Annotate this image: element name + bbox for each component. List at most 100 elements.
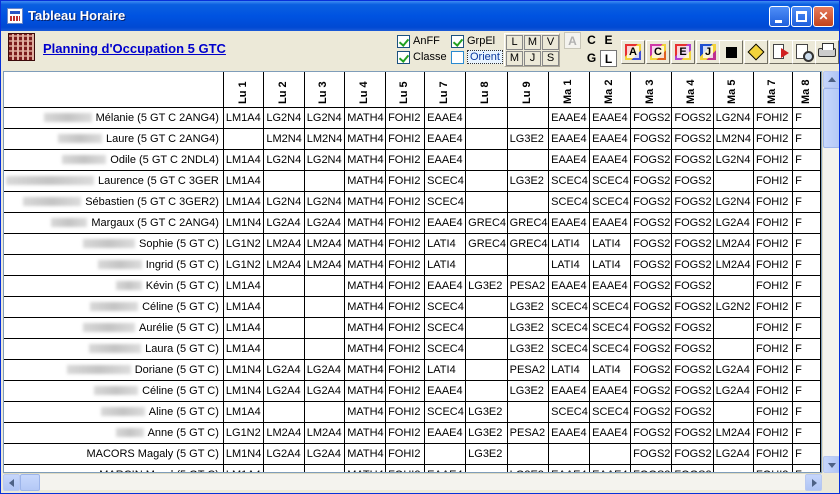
title-bar[interactable]: Tableau Horaire ✕ — [1, 1, 839, 31]
schedule-cell[interactable] — [263, 338, 305, 360]
schedule-cell[interactable]: F — [792, 338, 821, 360]
schedule-cell[interactable]: FOHI2 — [753, 401, 794, 423]
schedule-cell[interactable]: FOGS2 — [671, 212, 714, 234]
schedule-cell[interactable]: LATI4 — [548, 254, 591, 276]
schedule-cell[interactable]: SCEC4 — [548, 191, 591, 213]
student-name-cell[interactable]: Ingrid (5 GT C) — [4, 254, 224, 276]
table-row[interactable]: Odile (5 GT C 2NDL4) LM1A4 LG2N4 LG2N4 MATH4… — [4, 149, 821, 171]
schedule-cell[interactable]: FOHI2 — [753, 233, 794, 255]
student-name-cell[interactable]: Aline (5 GT C) — [4, 401, 224, 423]
schedule-cell[interactable]: F — [792, 296, 821, 318]
student-name-cell[interactable]: Céline (5 GT C) — [4, 296, 224, 318]
schedule-cell[interactable]: LG2N4 — [263, 107, 305, 129]
schedule-cell[interactable]: GREC4 — [465, 233, 508, 255]
schedule-cell[interactable]: LM1A4 — [223, 464, 265, 472]
schedule-cell[interactable] — [223, 128, 265, 150]
schedule-cell[interactable]: F — [792, 464, 821, 472]
schedule-cell[interactable]: FOGS2 — [671, 296, 714, 318]
maximize-button[interactable] — [791, 6, 812, 27]
schedule-cell[interactable]: SCEC4 — [589, 317, 632, 339]
table-row[interactable]: Sébastien (5 GT C 3GER2) LM1A4 LG2N4 LG2N4 M… — [4, 191, 821, 213]
schedule-cell[interactable]: FOHI2 — [385, 233, 426, 255]
schedule-cell[interactable]: EAAE4 — [589, 380, 632, 402]
schedule-cell[interactable] — [589, 443, 632, 465]
schedule-cell[interactable] — [713, 338, 755, 360]
schedule-cell[interactable]: LG3E2 — [507, 338, 550, 360]
schedule-cell[interactable]: FOHI2 — [385, 212, 426, 234]
schedule-cell[interactable]: FOHI2 — [753, 359, 794, 381]
schedule-cell[interactable]: FOHI2 — [753, 464, 794, 472]
student-name-cell[interactable]: Laure (5 GT C 2ANG4) — [4, 128, 224, 150]
schedule-cell[interactable] — [507, 254, 550, 276]
schedule-cell[interactable]: LM2A4 — [304, 254, 346, 276]
schedule-cell[interactable]: LG2N4 — [304, 191, 346, 213]
schedule-cell[interactable]: FOHI2 — [753, 443, 794, 465]
schedule-cell[interactable] — [465, 296, 508, 318]
schedule-cell[interactable] — [263, 464, 305, 472]
schedule-cell[interactable] — [263, 296, 305, 318]
schedule-cell[interactable]: MATH4 — [344, 275, 387, 297]
column-header[interactable]: Ma 1 — [548, 72, 591, 108]
column-header[interactable]: Ma 5 — [713, 72, 755, 108]
schedule-cell[interactable]: FOHI2 — [385, 191, 426, 213]
schedule-cell[interactable]: LM1A4 — [223, 401, 265, 423]
mode-button-l[interactable]: L — [600, 50, 617, 67]
schedule-cell[interactable]: SCEC4 — [424, 401, 467, 423]
column-header[interactable]: Lu 9 — [507, 72, 550, 108]
schedule-cell[interactable] — [465, 128, 508, 150]
schedule-cell[interactable]: FOHI2 — [385, 443, 426, 465]
student-name-cell[interactable]: MACORS Magaly (5 GT C) — [4, 443, 224, 465]
column-header[interactable]: Lu 1 — [223, 72, 265, 108]
schedule-cell[interactable]: LG3E2 — [507, 128, 550, 150]
schedule-cell[interactable] — [713, 170, 755, 192]
schedule-cell[interactable] — [507, 401, 550, 423]
schedule-cell[interactable]: MATH4 — [344, 338, 387, 360]
mode-button-g[interactable]: G — [583, 50, 600, 67]
schedule-cell[interactable]: MATH4 — [344, 464, 387, 472]
schedule-cell[interactable]: LM1N4 — [223, 212, 265, 234]
student-name-cell[interactable]: Laurence (5 GT C 3GER — [4, 170, 224, 192]
schedule-cell[interactable]: LG3E2 — [465, 443, 508, 465]
schedule-cell[interactable]: F — [792, 149, 821, 171]
anff-checkbox[interactable]: AnFF — [397, 34, 440, 48]
schedule-cell[interactable]: LG3E2 — [507, 380, 550, 402]
day-button-v[interactable]: V — [542, 35, 559, 50]
table-row[interactable]: Mélanie (5 GT C 2ANG4) LM1A4 LG2N4 LG2N4 MAT… — [4, 107, 821, 129]
schedule-cell[interactable]: FOGS2 — [630, 233, 673, 255]
schedule-cell[interactable]: LG2N4 — [263, 149, 305, 171]
schedule-cell[interactable]: FOGS2 — [671, 170, 714, 192]
orient-checkbox-box[interactable] — [451, 50, 464, 64]
schedule-cell[interactable]: LG2A4 — [304, 212, 346, 234]
schedule-cell[interactable]: FOHI2 — [385, 149, 426, 171]
schedule-cell[interactable]: LM2A4 — [263, 254, 305, 276]
schedule-cell[interactable]: LATI4 — [424, 254, 467, 276]
column-header[interactable]: Lu 7 — [424, 72, 467, 108]
student-name-cell[interactable]: MARCIN Maud (5 GT C) — [4, 464, 224, 472]
schedule-cell[interactable]: LG2A4 — [713, 359, 755, 381]
schedule-cell[interactable]: FOGS2 — [630, 275, 673, 297]
schedule-cell[interactable]: EAAE4 — [548, 380, 591, 402]
table-row[interactable]: Laurence (5 GT C 3GER LM1A4 MATH4 FOHI2 SCEC… — [4, 170, 821, 192]
column-header[interactable]: Lu 4 — [344, 72, 387, 108]
schedule-cell[interactable] — [263, 170, 305, 192]
schedule-cell[interactable]: FOHI2 — [753, 254, 794, 276]
schedule-cell[interactable]: EAAE4 — [589, 149, 632, 171]
app-icon[interactable] — [7, 8, 23, 24]
schedule-cell[interactable]: FOGS2 — [630, 128, 673, 150]
schedule-cell[interactable]: EAAE4 — [424, 422, 467, 444]
schedule-cell[interactable]: F — [792, 401, 821, 423]
print-button[interactable] — [815, 40, 839, 64]
schedule-cell[interactable]: F — [792, 128, 821, 150]
schedule-cell[interactable]: SCEC4 — [424, 296, 467, 318]
schedule-cell[interactable]: LM2A4 — [713, 422, 755, 444]
table-row[interactable]: Aurélie (5 GT C) LM1A4 MATH4 FOHI2 SCEC4 LG3E… — [4, 317, 821, 339]
schedule-cell[interactable]: LM2A4 — [263, 422, 305, 444]
schedule-cell[interactable]: LG2A4 — [713, 380, 755, 402]
schedule-cell[interactable]: MATH4 — [344, 254, 387, 276]
classe-checkbox-box[interactable] — [397, 50, 410, 64]
day-button-j[interactable]: J — [524, 51, 541, 66]
schedule-cell[interactable]: LG2A4 — [263, 212, 305, 234]
schedule-cell[interactable]: EAAE4 — [548, 212, 591, 234]
schedule-cell[interactable]: LG3E2 — [507, 317, 550, 339]
schedule-cell[interactable]: FOGS2 — [630, 191, 673, 213]
